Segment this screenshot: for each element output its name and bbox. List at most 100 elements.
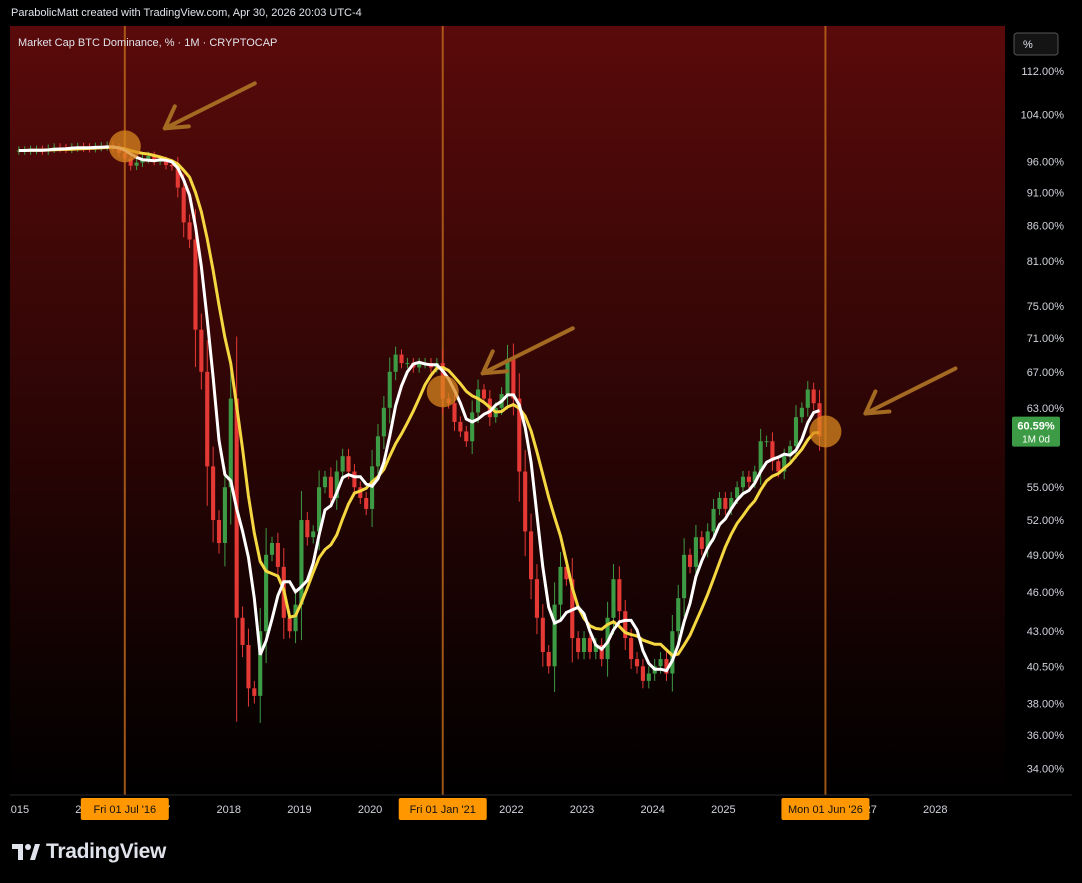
candle-body [546, 651, 551, 667]
candle-body [352, 471, 357, 488]
candle-body [776, 461, 781, 472]
y-tick-label: 104.00% [1021, 110, 1065, 122]
y-tick-label: 40.50% [1027, 661, 1065, 673]
y-tick-label: 71.00% [1027, 333, 1065, 345]
y-tick-label: 96.00% [1027, 156, 1065, 168]
candle-body [452, 403, 457, 422]
candle-body [764, 441, 769, 443]
plot-background [10, 26, 1005, 795]
candle-body [629, 638, 634, 660]
candle-body [287, 617, 292, 632]
y-tick-label: 36.00% [1027, 730, 1065, 742]
candle-body [405, 363, 410, 365]
candle-body [676, 598, 681, 632]
candle-body [211, 466, 216, 521]
candle-body [540, 617, 545, 652]
x-tick-label: 2022 [499, 804, 523, 816]
y-tick-label: 91.00% [1027, 188, 1065, 200]
candle-body [458, 421, 463, 432]
candle-body [299, 520, 304, 605]
candle-body [746, 476, 751, 482]
candle-body [617, 579, 622, 612]
y-tick-label: 34.00% [1027, 764, 1065, 776]
candlestick-chart: % 112.00% 104.00% 96.00% 91.00% 86.00% 81.00% 7… [10, 26, 1072, 820]
x-tick-label: 2028 [923, 804, 947, 816]
candle-body [216, 520, 222, 543]
candle-body [470, 412, 475, 442]
highlight-circle [809, 415, 842, 448]
candle-body [240, 617, 245, 645]
y-tick-label: 52.00% [1027, 515, 1065, 527]
candle-body [511, 358, 516, 399]
candle-body [811, 389, 816, 404]
candle-body [723, 497, 728, 509]
candle-body [275, 542, 280, 567]
candle-body [293, 604, 298, 632]
x-marker-label: Mon 01 Jun '26 [788, 804, 863, 816]
candle-body [699, 537, 704, 549]
candle-body [146, 155, 151, 159]
candle-body [505, 358, 510, 395]
x-tick-label: 2024 [640, 804, 664, 816]
candle-body [134, 162, 139, 166]
y-tick-label: 75.00% [1027, 301, 1065, 313]
candle-body [199, 329, 204, 372]
candle-body [581, 638, 587, 652]
candle-body [611, 579, 616, 618]
last-price-countdown: 1M 0d [1022, 435, 1050, 446]
candle-body [193, 239, 198, 330]
candle-body [222, 487, 227, 543]
candle-body [252, 688, 257, 696]
candle-body [587, 638, 592, 652]
candle-body [228, 398, 233, 488]
y-tick-label: 38.00% [1027, 699, 1065, 711]
scale-mode-label: % [1023, 39, 1033, 51]
candle-body [634, 659, 640, 667]
x-marker-label: Fri 01 Jul '16 [93, 804, 156, 816]
y-tick-label: 67.00% [1027, 367, 1065, 379]
y-tick-label: 43.00% [1027, 626, 1065, 638]
candle-body [640, 666, 645, 681]
candle-body [387, 371, 392, 408]
x-tick-label: 2018 [217, 804, 241, 816]
candle-body [375, 436, 381, 467]
candle-body [799, 407, 804, 418]
y-tick-label: 63.00% [1027, 403, 1065, 415]
y-tick-label: 46.00% [1027, 587, 1065, 599]
y-tick-label: 81.00% [1027, 256, 1065, 268]
candle-body [658, 659, 663, 667]
candle-body [682, 554, 687, 599]
candle-body [205, 371, 210, 467]
candle-body [805, 389, 810, 408]
x-tick-label: 2019 [287, 804, 311, 816]
y-tick-label: 49.00% [1027, 550, 1065, 562]
candle-body [464, 431, 469, 442]
candle-body [393, 354, 398, 372]
candle-body [528, 531, 534, 580]
candle-body [740, 476, 746, 488]
candle-body [576, 638, 581, 652]
candle-body [346, 456, 351, 472]
x-tick-label: 2023 [570, 804, 594, 816]
candle-body [793, 417, 799, 447]
candle-body [711, 508, 716, 532]
candle-body [328, 476, 333, 498]
highlight-circle [426, 375, 459, 408]
y-tick-label: 55.00% [1027, 482, 1065, 494]
candle-body [646, 673, 651, 681]
tradingview-logo-text: TradingView [46, 840, 167, 863]
y-tick-label: 86.00% [1027, 221, 1065, 233]
candle-body [687, 554, 693, 567]
tradingview-logo: TradingView [12, 840, 166, 864]
candle-body [381, 407, 386, 437]
x-tick-label: 2020 [358, 804, 382, 816]
x-marker-label: Fri 01 Jan '21 [410, 804, 476, 816]
candle-body [181, 187, 186, 223]
chart-title: Market Cap BTC Dominance, % · 1M · CRYPT… [18, 37, 277, 49]
candle-body [305, 520, 310, 538]
candle-body [269, 542, 275, 555]
chart-attribution: ParabolicMatt created with TradingView.c… [11, 7, 362, 19]
tradingview-logo-icon [12, 844, 40, 860]
highlight-circle [108, 130, 141, 163]
y-tick-label: 112.00% [1021, 66, 1064, 78]
